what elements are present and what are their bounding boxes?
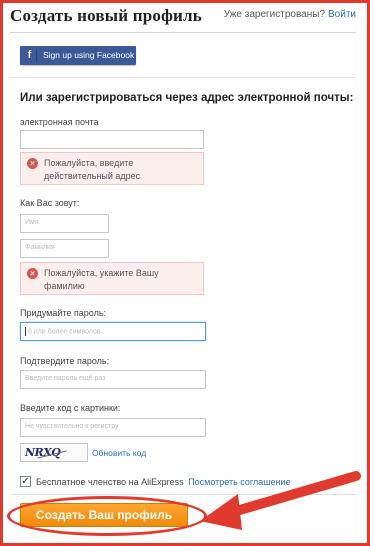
email-input[interactable] [20,130,204,149]
email-section-title: Или зарегистрироваться через адрес элект… [20,92,354,104]
name-error-text: Пожалуйста, укажите Вашу фамилию [44,268,159,291]
captcha-label: Введите код с картинки: [20,403,121,413]
captcha-image: NRXQ [20,443,88,462]
page-title: Создать новый профиль [10,6,202,25]
error-icon: × [27,268,38,279]
name-error: × Пожалуйста, укажите Вашу фамилию [20,262,204,295]
highlight-oval [7,496,207,536]
password-label: Придумайте пароль: [20,308,107,318]
login-link[interactable]: Войти [328,9,356,20]
highlight-arrow-icon [200,471,361,530]
error-icon: × [27,158,38,169]
email-error: × Пожалуйста, введите действительный адр… [20,152,204,185]
divider [10,77,356,78]
facebook-signup-label: Sign up using Facebook [43,50,135,60]
facebook-icon: f [23,49,37,62]
confirm-password-label: Подтвердите пароль: [20,356,110,366]
facebook-signup-button[interactable]: f Sign up using Facebook [20,46,136,65]
checkmark-icon: ✓ [21,476,30,487]
membership-checkbox[interactable]: ✓ [20,476,31,487]
membership-label: Бесплатное членство на AliExpress [36,477,184,487]
page-header: Создать новый профиль Уже зарегистрованы… [10,0,356,33]
text-caret [25,327,26,336]
already-registered: Уже зарегистрованы? Войти [224,9,356,20]
confirm-password-input[interactable]: Введите пароль ещё раз [20,370,206,389]
first-name-input[interactable]: Имя [20,214,109,233]
captcha-input[interactable]: Не чувствительно к регистру [20,418,206,437]
email-label: электронная почта [20,117,99,127]
refresh-captcha-link[interactable]: Обновить код [92,448,146,458]
email-error-text: Пожалуйста, введите действительный адрес [44,158,141,181]
already-registered-text: Уже зарегистрованы? [223,9,326,20]
last-name-input[interactable]: Фамилия [20,239,109,258]
name-label: Как Вас зовут: [20,198,80,208]
password-placeholder: 6 или более символов [28,328,101,336]
password-input[interactable]: 6 или более символов [20,322,206,341]
